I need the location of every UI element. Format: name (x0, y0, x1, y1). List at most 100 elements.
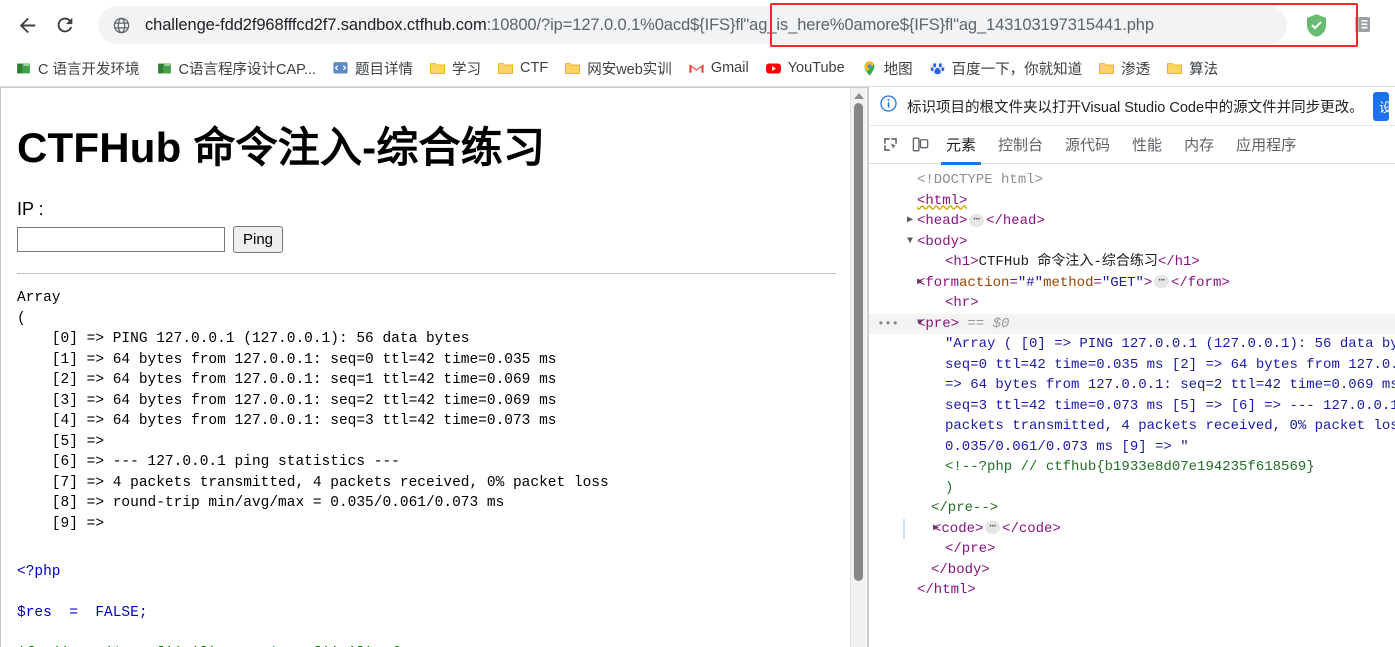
selected-node-marker: == $0 (967, 315, 1010, 332)
banner-message: 标识项目的根文件夹以打开Visual Studio Code中的源文件并同步更改… (907, 99, 1364, 116)
ip-input[interactable] (17, 227, 225, 252)
dom-node-pre-open[interactable]: ••• ▼ <pre> == $0 (869, 313, 1395, 335)
bookmark-label: 网安web实训 (587, 61, 672, 78)
html-open-tag: <html> (917, 192, 968, 209)
bookmark-label: 算法 (1189, 61, 1219, 78)
bookmark-item-6[interactable]: Gmail (681, 56, 756, 81)
code-icon (332, 60, 349, 77)
banner-action-button[interactable]: 设 (1373, 91, 1389, 121)
bookmark-label: 渗透 (1121, 61, 1151, 78)
dom-tree[interactable]: <!DOCTYPE html> <html> ▶ <head> ⋯ </head> … (869, 164, 1395, 647)
ping-button[interactable]: Ping (233, 226, 284, 253)
ping-form: Ping (17, 226, 836, 253)
html-close-tag: </html> (917, 582, 976, 598)
ellipsis-badge[interactable]: ⋯ (969, 213, 985, 227)
bookmark-item-4[interactable]: CTF (490, 56, 555, 81)
viewport-split: CTFHub 命令注入-综合练习 IP : Ping Array ( [0] =… (0, 87, 1395, 647)
body-close-tag: </body> (931, 561, 990, 578)
twisty-expanded-icon[interactable]: ▼ (903, 314, 923, 335)
browser-chrome: challenge-fdd2f968fffcd2f7.sandbox.ctfhu… (0, 0, 1395, 87)
extensions-button[interactable] (1345, 6, 1383, 44)
gutter-ellipsis[interactable]: ••• (873, 314, 903, 335)
page-viewport: CTFHub 命令注入-综合练习 IP : Ping Array ( [0] =… (0, 87, 868, 647)
php-source-code: <?php $res = FALSE; if (isset($_GET['ip'… (17, 562, 836, 647)
url-path: :10800/?ip=127.0.0.1%0acd${IFS}fl"ag_is_… (486, 15, 863, 34)
bookmark-item-5[interactable]: 网安web实训 (557, 54, 679, 83)
dom-node-h1[interactable]: <h1>CTFHub 命令注入-综合练习</h1> (869, 252, 1395, 273)
adguard-shield-button[interactable] (1297, 6, 1335, 44)
pre-close-tag: </pre> (945, 541, 996, 557)
bookmark-item-0[interactable]: C 语言开发环境 (8, 54, 147, 83)
book-icon (15, 60, 32, 77)
form-gt: > (1143, 274, 1153, 291)
folder-icon (429, 60, 446, 77)
scroll-up-arrow-icon[interactable] (853, 93, 864, 99)
tab-sources[interactable]: 源代码 (1054, 126, 1121, 164)
dom-node-html-open[interactable]: <html> (869, 191, 1395, 212)
pre-text: => 64 bytes from 127.0.0.1: seq=2 ttl=42… (945, 377, 1395, 393)
inspect-element-button[interactable] (875, 130, 905, 160)
dom-node-hr[interactable]: <hr> (869, 293, 1395, 314)
baidu-icon (929, 60, 946, 77)
dom-node-body-close[interactable]: </body> (869, 560, 1395, 581)
bookmark-item-9[interactable]: 百度一下，你就知道 (922, 54, 1090, 83)
dom-comment-line-1: ) (869, 478, 1395, 499)
bookmark-item-10[interactable]: 渗透 (1091, 54, 1157, 83)
dom-comment-line-0[interactable]: <!--?php // ctfhub{b1933e8d07e194235f618… (869, 457, 1395, 478)
bookmark-label: YouTube (787, 60, 845, 76)
ellipsis-badge[interactable]: ⋯ (985, 521, 1001, 535)
scrollbar-thumb[interactable] (854, 103, 863, 581)
twisty-collapsed-icon[interactable]: ▶ (903, 273, 923, 294)
ellipsis-badge[interactable]: ⋯ (1154, 275, 1169, 289)
tab-performance[interactable]: 性能 (1121, 126, 1173, 164)
bookmark-item-7[interactable]: YouTube (758, 56, 852, 81)
twisty-expanded-icon[interactable]: ▼ (903, 232, 917, 253)
bookmark-label: C 语言开发环境 (38, 61, 140, 78)
dom-pre-text-line-0: "Array ( [0] => PING 127.0.0.1 (127.0.0.… (869, 334, 1395, 355)
folder-icon (497, 60, 514, 77)
dom-node-head[interactable]: ▶ <head> ⋯ </head> (869, 211, 1395, 232)
php-open-tag: <?php (17, 564, 61, 580)
code-open-tag: <code> (933, 520, 984, 537)
twisty-collapsed-icon[interactable]: ▶ (903, 211, 917, 232)
bookmark-item-1[interactable]: C语言程序设计CAP... (149, 54, 324, 83)
dom-node-code[interactable]: ▶ <code> ⋯ </code> (869, 518, 1395, 539)
divider (17, 273, 836, 274)
reload-button[interactable] (46, 6, 84, 44)
address-bar[interactable]: challenge-fdd2f968fffcd2f7.sandbox.ctfhu… (98, 3, 1358, 47)
dom-node-doctype[interactable]: <!DOCTYPE html> (869, 170, 1395, 191)
folder-icon (1098, 60, 1115, 77)
dom-node-html-close[interactable]: </html> (869, 580, 1395, 601)
bookmark-item-8[interactable]: 地图 (854, 54, 920, 83)
back-button[interactable] (8, 6, 46, 44)
bookmark-item-3[interactable]: 学习 (422, 54, 488, 83)
php-line-res: $res = FALSE; (17, 605, 148, 621)
pre-text: 0.035/0.061/0.073 ms [9] => " (945, 438, 1189, 455)
page-scrollbar[interactable] (850, 88, 866, 647)
tab-application[interactable]: 应用程序 (1225, 126, 1307, 164)
bookmark-label: 地图 (883, 61, 913, 78)
pre-node-text: <pre> == $0 (917, 314, 1009, 335)
dom-node-pre-close[interactable]: </pre> (869, 539, 1395, 560)
bookmark-item-2[interactable]: 题目详情 (325, 54, 420, 83)
form-node-text: <formaction="#"method="GET"> ⋯ </form> (917, 274, 1230, 291)
tab-console[interactable]: 控制台 (987, 126, 1054, 164)
head-close-tag: </head> (986, 213, 1045, 229)
dom-pre-text-line-4: packets transmitted, 4 packets received,… (869, 416, 1395, 437)
bookmark-label: CTF (520, 60, 549, 76)
bookmark-label: 题目详情 (355, 61, 414, 78)
twisty-collapsed-icon[interactable]: ▶ (903, 518, 939, 539)
device-toolbar-button[interactable] (905, 130, 935, 160)
bookmark-label: C语言程序设计CAP... (178, 61, 317, 78)
shield-check-icon (1306, 13, 1326, 37)
pre-text: seq=3 ttl=42 time=0.073 ms [5] => [6] =>… (945, 397, 1395, 414)
tab-elements[interactable]: 元素 (935, 126, 987, 165)
web-page-content: CTFHub 命令注入-综合练习 IP : Ping Array ( [0] =… (1, 88, 852, 647)
tab-memory[interactable]: 内存 (1173, 126, 1225, 164)
bookmarks-bar: C 语言开发环境 C语言程序设计CAP... 题目详情 学习 CTF 网安web… (0, 50, 1395, 87)
head-open-tag: <head> (917, 213, 968, 229)
bookmark-item-11[interactable]: 算法 (1159, 54, 1225, 83)
form-attr-method-name: method (1043, 274, 1094, 291)
dom-node-body-open[interactable]: ▼ <body> (869, 232, 1395, 253)
dom-node-form[interactable]: ▶ <formaction="#"method="GET"> ⋯ </form> (869, 273, 1395, 294)
